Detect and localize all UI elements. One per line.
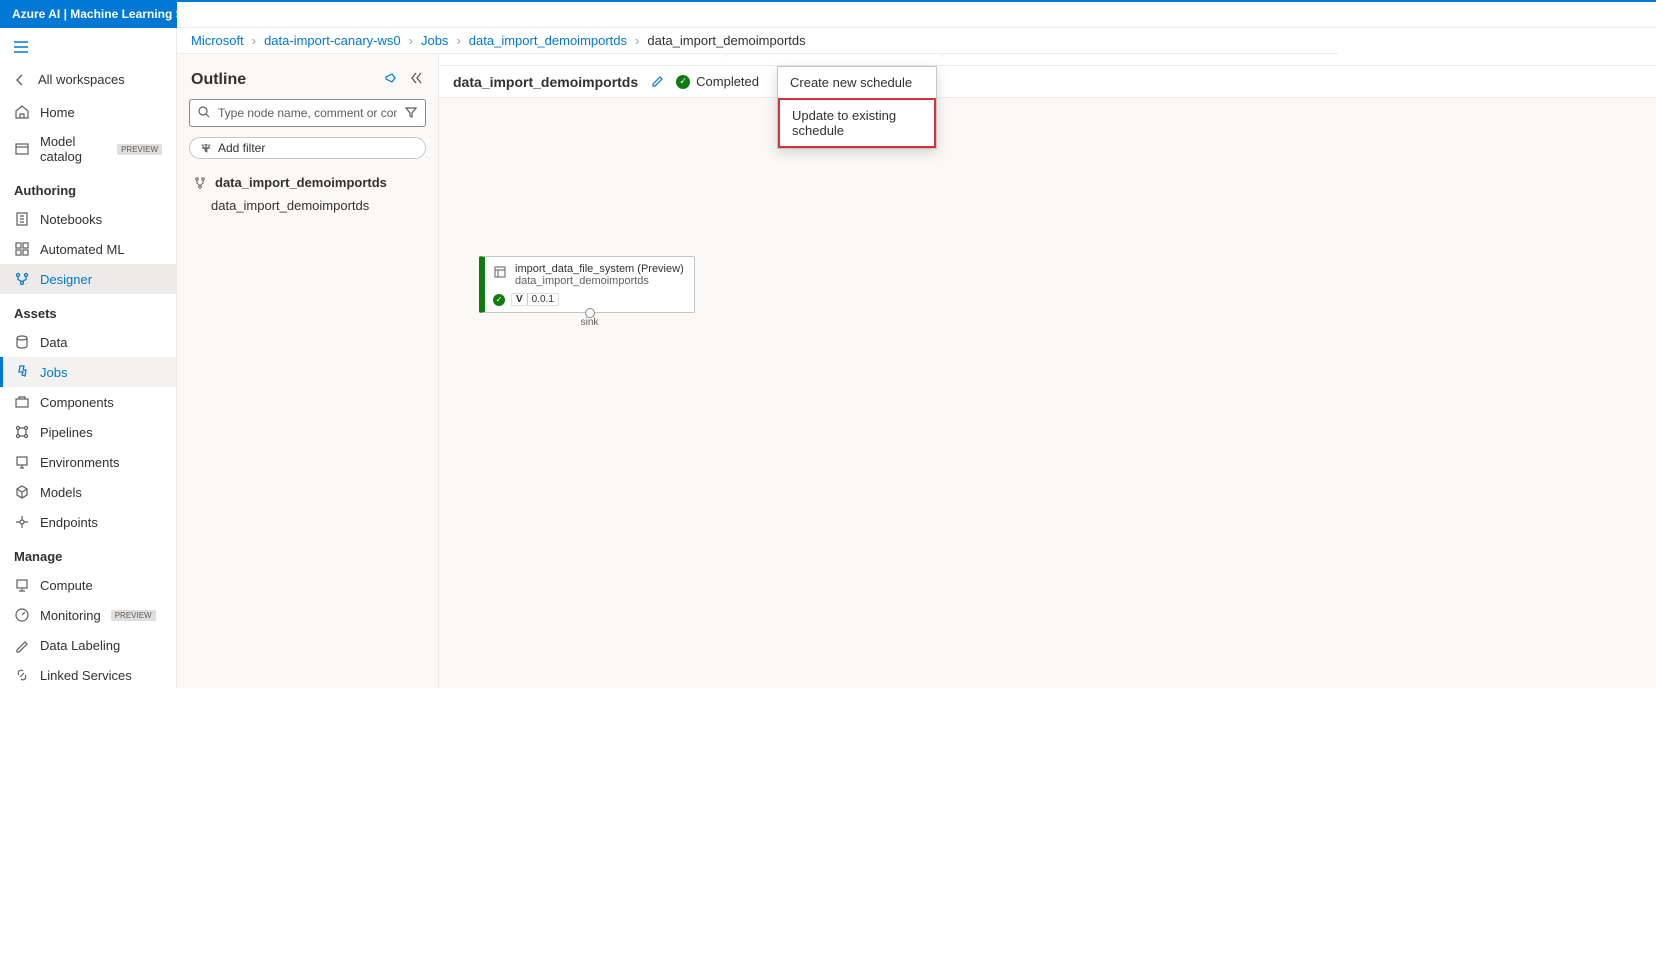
node-success-icon: [493, 294, 505, 306]
nav-endpoints[interactable]: Endpoints: [0, 507, 176, 537]
breadcrumb-workspace[interactable]: data-import-canary-ws0: [264, 33, 401, 48]
dropdown-create-schedule[interactable]: Create new schedule: [778, 67, 936, 98]
outline-title: Outline: [191, 71, 246, 89]
main-area: Refresh Clone Resubmit Publish Schedule: [439, 28, 1656, 688]
breadcrumb-parent[interactable]: data_import_demoimportds: [469, 33, 627, 48]
nav-model-catalog[interactable]: Model catalog PREVIEW: [0, 127, 176, 171]
node-port-label: sink: [581, 317, 599, 328]
nav-monitoring[interactable]: Monitoring PREVIEW: [0, 600, 176, 630]
nav-compute[interactable]: Compute: [0, 570, 176, 600]
pipeline-node[interactable]: import_data_file_system (Preview) data_i…: [479, 256, 695, 313]
nav-environments[interactable]: Environments: [0, 447, 176, 477]
nav-designer[interactable]: Designer: [0, 264, 176, 294]
node-version: V 0.0.1: [511, 293, 559, 306]
edit-icon[interactable]: [650, 73, 664, 90]
sidebar: All workspaces Home Model catalog PREVIE…: [0, 28, 177, 688]
nav-linked-services[interactable]: Linked Services: [0, 660, 176, 690]
nav-data[interactable]: Data: [0, 327, 176, 357]
nav-notebooks[interactable]: Notebooks: [0, 204, 176, 234]
nav-pipelines[interactable]: Pipelines: [0, 417, 176, 447]
node-title: import_data_file_system (Preview): [515, 263, 684, 275]
filter-icon[interactable]: [404, 105, 418, 122]
breadcrumb-jobs[interactable]: Jobs: [421, 33, 448, 48]
outline-search-input[interactable]: [189, 99, 426, 127]
nav-automl[interactable]: Automated ML: [0, 234, 176, 264]
status-chip: Completed: [676, 74, 759, 89]
preview-badge: PREVIEW: [117, 144, 162, 155]
preview-badge: PREVIEW: [111, 610, 156, 621]
section-assets: Assets: [0, 294, 176, 327]
collapse-icon[interactable]: [408, 70, 424, 89]
nav-jobs[interactable]: Jobs: [0, 357, 176, 387]
dropdown-update-schedule[interactable]: Update to existing schedule: [778, 98, 936, 148]
hamburger-icon[interactable]: [10, 36, 32, 58]
nav-home[interactable]: Home: [0, 97, 176, 127]
success-icon: [676, 75, 690, 89]
breadcrumb: Microsoft › data-import-canary-ws0 › Job…: [177, 28, 1338, 54]
nav-components[interactable]: Components: [0, 387, 176, 417]
section-manage: Manage: [0, 537, 176, 570]
nav-data-labeling[interactable]: Data Labeling: [0, 630, 176, 660]
tree-root[interactable]: data_import_demoimportds: [189, 171, 426, 194]
outline-panel: placeholder Outline Add filter data_impo…: [177, 28, 439, 688]
share-icon[interactable]: [382, 70, 398, 89]
section-authoring: Authoring: [0, 171, 176, 204]
breadcrumb-current: data_import_demoimportds: [647, 33, 805, 48]
back-all-workspaces[interactable]: All workspaces: [0, 62, 176, 97]
job-name: data_import_demoimportds: [453, 74, 638, 90]
breadcrumb: [177, 2, 1656, 28]
canvas[interactable]: import_data_file_system (Preview) data_i…: [439, 98, 1656, 688]
job-header: data_import_demoimportds Completed: [439, 66, 1656, 98]
nav-models[interactable]: Models: [0, 477, 176, 507]
add-filter-chip[interactable]: Add filter: [189, 137, 426, 159]
breadcrumb-microsoft[interactable]: Microsoft: [191, 33, 244, 48]
schedule-dropdown: Create new schedule Update to existing s…: [777, 66, 937, 149]
back-label: All workspaces: [38, 72, 125, 87]
tree-child[interactable]: data_import_demoimportds: [189, 194, 426, 217]
node-subtitle: data_import_demoimportds: [515, 275, 684, 287]
